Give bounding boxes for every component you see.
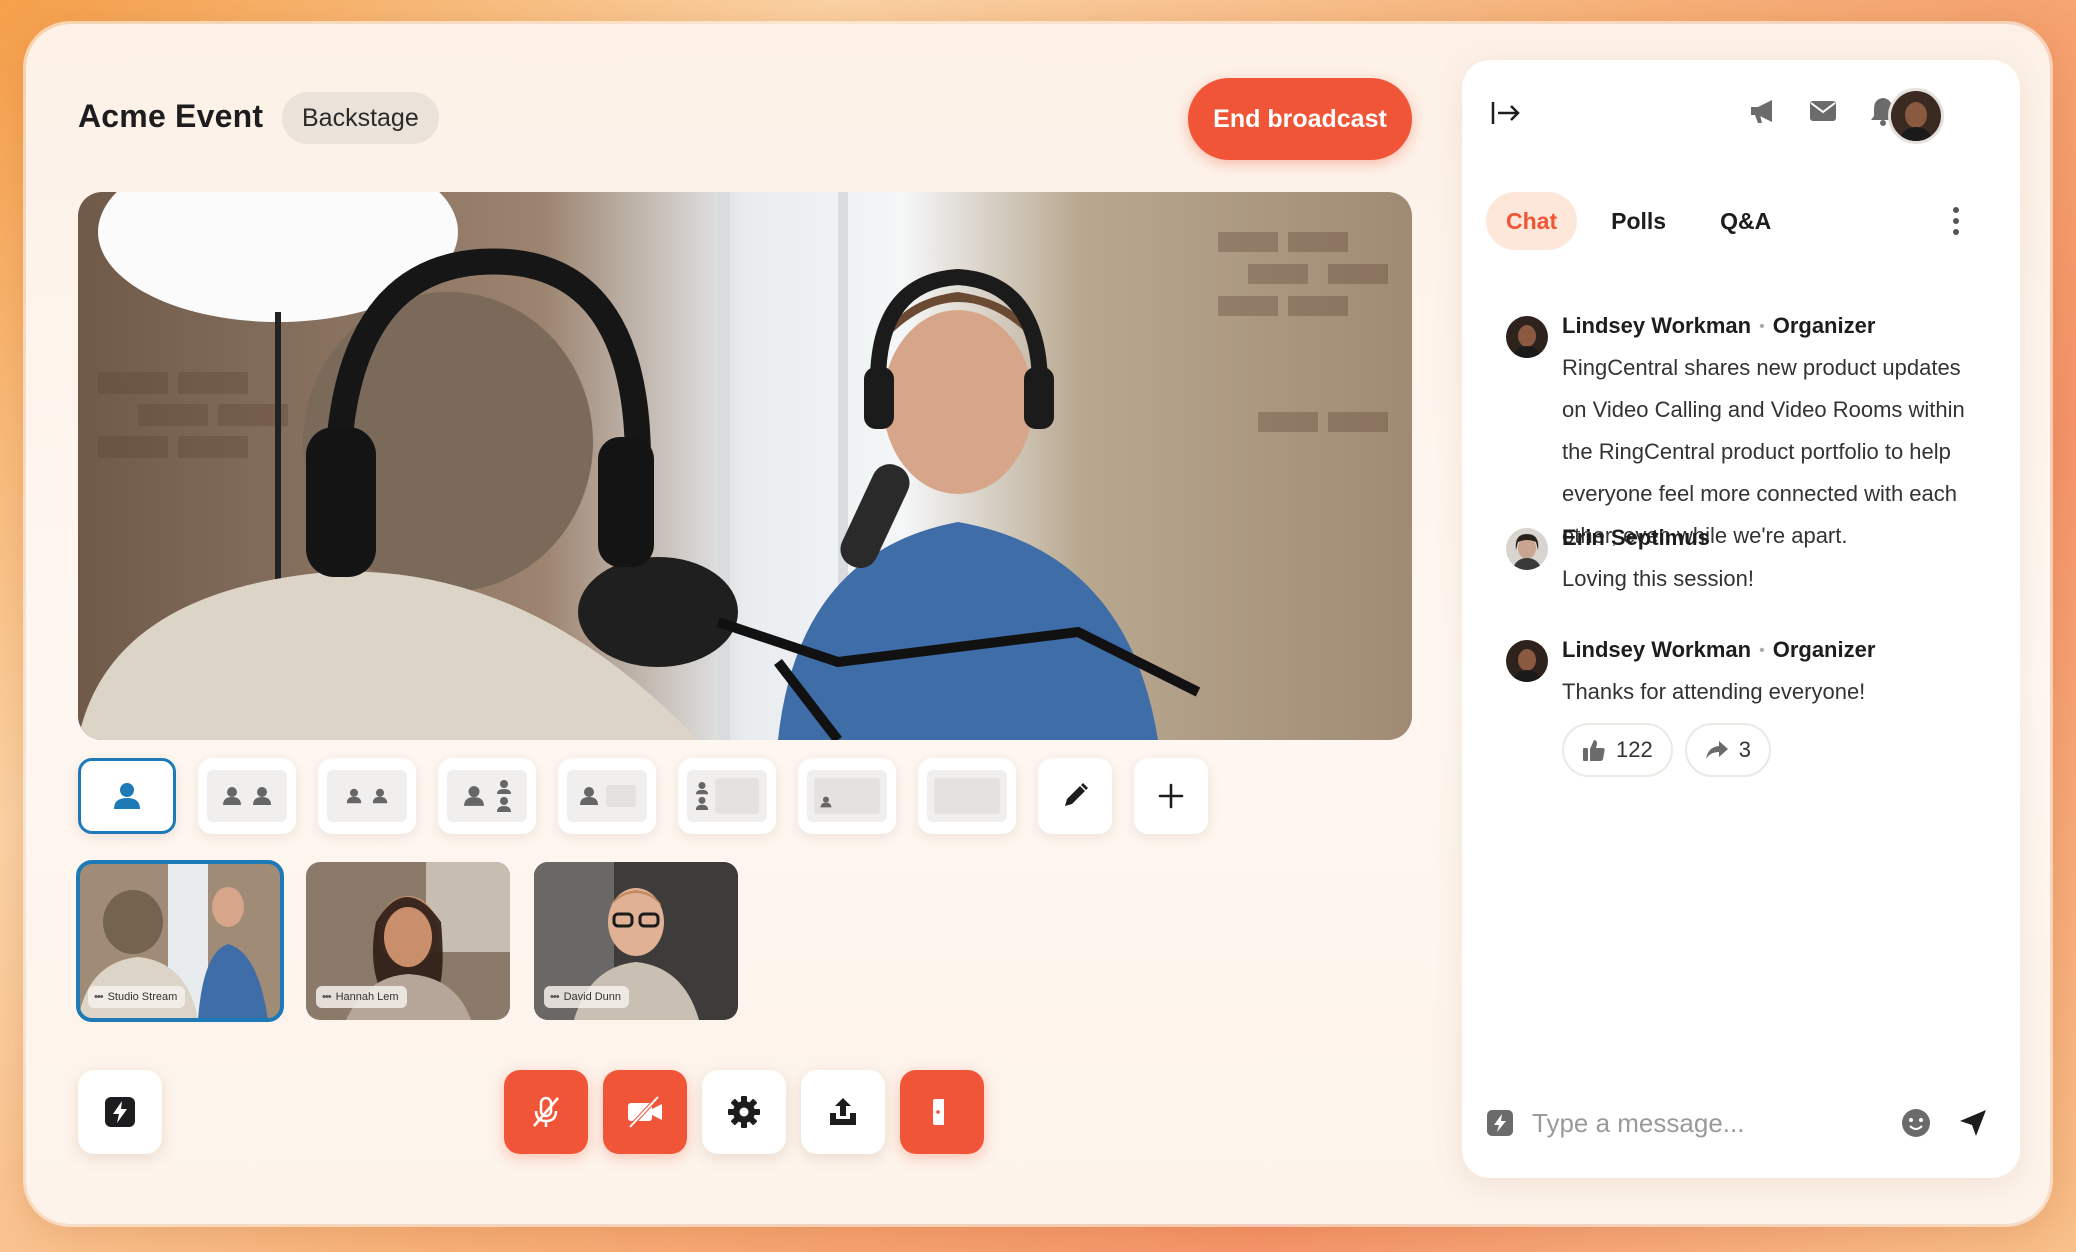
like-reaction-button[interactable]: 122 xyxy=(1562,723,1673,777)
mail-icon xyxy=(1810,101,1836,121)
thumbnail-hannah-lem[interactable]: ••• Hannah Lem xyxy=(306,862,510,1020)
side-panel: Chat Polls Q&A Lindsey Workman • Organizer… xyxy=(1462,60,2020,1178)
exit-door-icon xyxy=(933,1099,951,1125)
leave-button[interactable] xyxy=(900,1070,984,1154)
mute-mic-button[interactable] xyxy=(504,1070,588,1154)
add-layout-button[interactable] xyxy=(1134,758,1208,834)
layout-stacked-with-screen-button[interactable] xyxy=(678,758,776,834)
more-dots-icon: ••• xyxy=(94,991,104,1003)
event-title: Acme Event xyxy=(78,98,264,134)
upload-icon xyxy=(830,1098,856,1125)
collapse-panel-button[interactable] xyxy=(1490,100,1522,131)
more-options-button[interactable] xyxy=(1952,206,1960,241)
edit-layout-button[interactable] xyxy=(1038,758,1112,834)
gear-icon xyxy=(728,1096,760,1128)
layout-two-speakers-small-button[interactable] xyxy=(318,758,416,834)
announcement-button[interactable] xyxy=(1746,94,1780,128)
layout-picker xyxy=(78,758,1208,834)
source-thumbnails: ••• Studio Stream ••• Hannah Lem ••• David … xyxy=(76,860,738,1022)
tab-chat[interactable]: Chat xyxy=(1486,192,1578,250)
screen-share-icon xyxy=(715,778,759,814)
app-window: Acme Event Backstage End broadcast ••• S… xyxy=(26,24,2050,1224)
kebab-menu-icon xyxy=(1953,207,1959,235)
collapse-panel-icon xyxy=(1491,102,1520,124)
message-author: Lindsey Workman xyxy=(1562,313,1752,338)
layout-speaker-with-screen-button[interactable] xyxy=(558,758,656,834)
pencil-icon xyxy=(1065,783,1088,806)
thumbnail-label: David Dunn xyxy=(563,991,622,1003)
layout-two-speakers-button[interactable] xyxy=(198,758,296,834)
tab-polls[interactable]: Polls xyxy=(1591,192,1686,250)
megaphone-icon xyxy=(1751,100,1772,123)
person-icon xyxy=(580,787,598,805)
like-count: 122 xyxy=(1616,737,1653,762)
message-role: Organizer xyxy=(1772,637,1876,662)
author-avatar xyxy=(1506,640,1548,682)
message-author: Lindsey Workman xyxy=(1562,637,1752,662)
video-off-icon xyxy=(628,1095,662,1129)
stacked-people-icon xyxy=(695,782,709,810)
message-input[interactable] xyxy=(1532,1107,1900,1139)
lightning-icon xyxy=(105,1097,135,1127)
more-dots-icon: ••• xyxy=(322,991,332,1003)
media-controls xyxy=(504,1070,984,1154)
thumbnail-label: Hannah Lem xyxy=(335,991,399,1003)
more-dots-icon: ••• xyxy=(550,991,560,1003)
person-icon xyxy=(346,788,362,804)
thumbnail-label: Studio Stream xyxy=(107,991,178,1003)
backstage-badge: Backstage xyxy=(282,92,439,144)
emoji-icon[interactable] xyxy=(1900,1107,1932,1139)
layout-single-speaker-button[interactable] xyxy=(78,758,176,834)
share-reaction-button[interactable]: 3 xyxy=(1684,723,1771,777)
author-avatar xyxy=(1506,316,1548,358)
thumbnail-studio-stream[interactable]: ••• Studio Stream xyxy=(76,860,284,1022)
author-avatar xyxy=(1506,528,1548,570)
panel-tabs: Chat Polls Q&A xyxy=(1486,192,1791,250)
user-avatar[interactable] xyxy=(1888,88,1944,144)
message-author: Erin Septimus xyxy=(1562,525,1710,550)
send-icon[interactable] xyxy=(1958,1108,1988,1138)
person-icon xyxy=(372,788,388,804)
person-icon xyxy=(464,786,484,806)
forward-arrow-icon xyxy=(1705,741,1728,759)
message-text: Loving this session! xyxy=(1562,566,1754,591)
chat-message: Lindsey Workman • Organizer Thanks for att… xyxy=(1506,634,1986,777)
thumbnail-david-dunn[interactable]: ••• David Dunn xyxy=(534,862,738,1020)
tab-qa[interactable]: Q&A xyxy=(1700,192,1791,250)
stacked-people-icon xyxy=(497,780,511,812)
layout-small-speaker-screen-button[interactable] xyxy=(798,758,896,834)
message-composer xyxy=(1486,1088,1996,1158)
screen-share-icon xyxy=(814,778,880,814)
chat-message: Erin Septimus Loving this session! xyxy=(1506,522,1986,600)
person-icon xyxy=(253,787,271,805)
message-role: Organizer xyxy=(1772,313,1876,338)
lightning-icon[interactable] xyxy=(1486,1109,1514,1137)
stop-video-button[interactable] xyxy=(603,1070,687,1154)
messages-button[interactable] xyxy=(1806,94,1840,128)
mic-off-icon xyxy=(533,1096,559,1127)
end-broadcast-button[interactable]: End broadcast xyxy=(1188,78,1412,160)
layout-three-speakers-button[interactable] xyxy=(438,758,536,834)
person-icon xyxy=(223,787,241,805)
screen-share-icon xyxy=(606,785,636,807)
screen-share-icon xyxy=(934,778,1000,814)
layout-screen-only-button[interactable] xyxy=(918,758,1016,834)
message-reactions: 122 3 xyxy=(1562,723,1986,777)
plus-icon xyxy=(1158,783,1184,809)
message-text: Thanks for attending everyone! xyxy=(1562,679,1866,704)
main-stage-video xyxy=(78,192,1412,740)
chat-message: Lindsey Workman • Organizer RingCentral sh… xyxy=(1506,310,1986,557)
share-button[interactable] xyxy=(801,1070,885,1154)
settings-button[interactable] xyxy=(702,1070,786,1154)
share-count: 3 xyxy=(1738,737,1751,762)
person-icon xyxy=(820,796,832,808)
boost-button[interactable] xyxy=(78,1070,162,1154)
single-person-icon xyxy=(114,783,140,809)
thumbs-up-icon xyxy=(1583,740,1605,761)
